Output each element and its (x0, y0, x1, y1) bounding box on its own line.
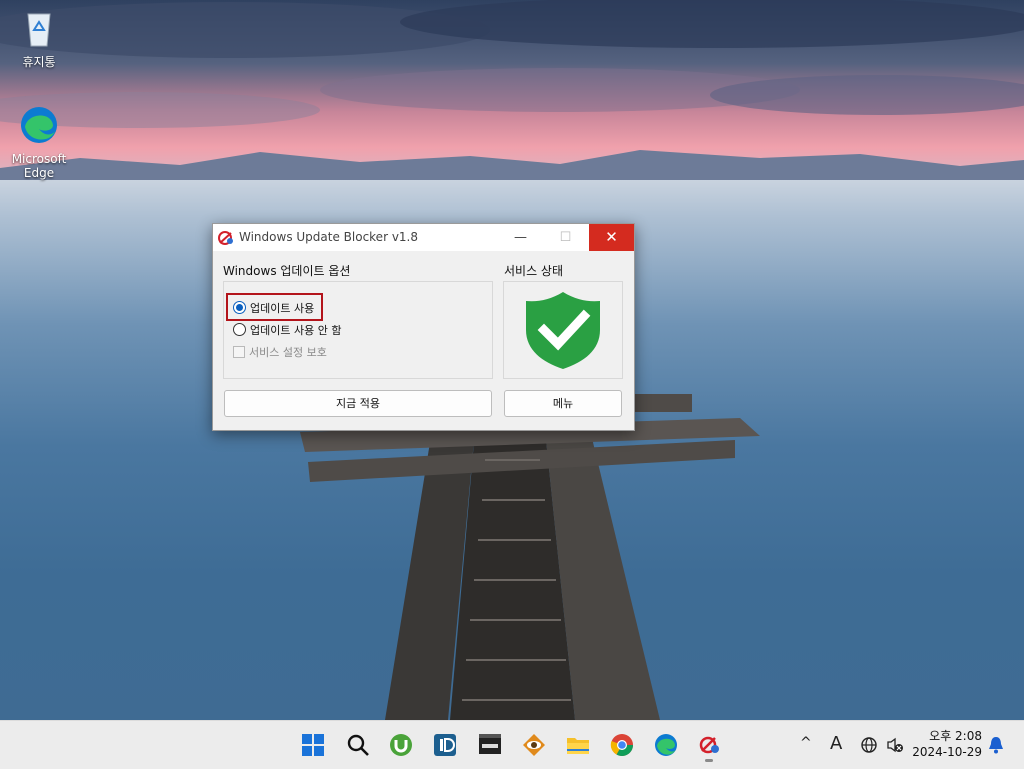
volume-muted-icon[interactable] (886, 736, 904, 754)
minimize-button[interactable]: — (498, 224, 543, 251)
radio-disable-updates[interactable]: 업데이트 사용 안 함 (233, 322, 341, 338)
options-group: 업데이트 사용 업데이트 사용 안 함 서비스 설정 보호 (223, 281, 493, 379)
checkbox-icon (233, 346, 245, 358)
menu-button[interactable]: 메뉴 (504, 390, 622, 417)
desktop-wallpaper: 휴지통 Microsoft Edge Windows Update Blocke… (0, 0, 1024, 720)
edge-label-2: Edge (23, 166, 55, 180)
active-app-indicator (705, 759, 713, 762)
windows-start-icon[interactable] (301, 733, 325, 757)
radio-disable-label: 업데이트 사용 안 함 (250, 324, 342, 337)
file-explorer-icon[interactable] (566, 733, 590, 757)
recycle-bin-icon (27, 13, 51, 47)
search-icon[interactable] (346, 733, 370, 757)
taskbar: ^ A 오후 2:08 2024-10-29 (0, 720, 1024, 769)
edge-desktop-icon[interactable]: Microsoft Edge (7, 105, 71, 180)
eye-app-icon[interactable] (522, 733, 546, 757)
green-shield-check-icon (526, 292, 600, 369)
window-title: Windows Update Blocker v1.8 (239, 230, 418, 244)
protect-service-label: 서비스 설정 보호 (249, 346, 327, 359)
notification-bell-icon[interactable] (988, 736, 1004, 754)
chrome-icon[interactable] (610, 733, 634, 757)
recycle-bin-label: 휴지통 (22, 55, 56, 69)
apply-now-button[interactable]: 지금 적용 (224, 390, 492, 417)
clock[interactable]: 오후 2:08 2024-10-29 (912, 728, 982, 760)
windows-update-blocker-window: Windows Update Blocker v1.8 — ☐ ✕ Window… (212, 223, 635, 431)
maximize-button: ☐ (559, 230, 572, 245)
options-group-label: Windows 업데이트 옵션 (223, 264, 351, 278)
status-group-label: 서비스 상태 (504, 264, 564, 278)
radio-enable-updates[interactable]: 업데이트 사용 (233, 300, 314, 316)
status-group (503, 281, 623, 379)
mpc-be-icon[interactable] (478, 733, 502, 757)
close-button[interactable]: ✕ (589, 224, 634, 251)
title-bar[interactable]: Windows Update Blocker v1.8 — ☐ ✕ (213, 224, 634, 251)
edge-icon (21, 107, 57, 143)
recycle-bin-desktop-icon[interactable]: 휴지통 (7, 8, 71, 69)
clock-time: 오후 2:08 (929, 729, 982, 743)
edge-label-1: Microsoft (11, 152, 67, 166)
tray-overflow-chevron[interactable]: ^ (800, 735, 812, 751)
app-1d-icon[interactable] (433, 733, 457, 757)
radio-unselected-icon[interactable] (233, 323, 246, 336)
edge-taskbar-icon[interactable] (654, 733, 678, 757)
ime-indicator[interactable]: A (830, 733, 842, 754)
windows-update-blocker-icon[interactable] (698, 733, 722, 757)
protect-service-checkbox: 서비스 설정 보호 (233, 344, 327, 360)
utorrent-icon[interactable] (389, 733, 413, 757)
radio-enable-label: 업데이트 사용 (250, 302, 315, 315)
app-icon (218, 231, 233, 245)
radio-selected-icon[interactable] (233, 301, 246, 314)
clock-date: 2024-10-29 (912, 745, 982, 759)
network-globe-icon[interactable] (861, 736, 879, 754)
